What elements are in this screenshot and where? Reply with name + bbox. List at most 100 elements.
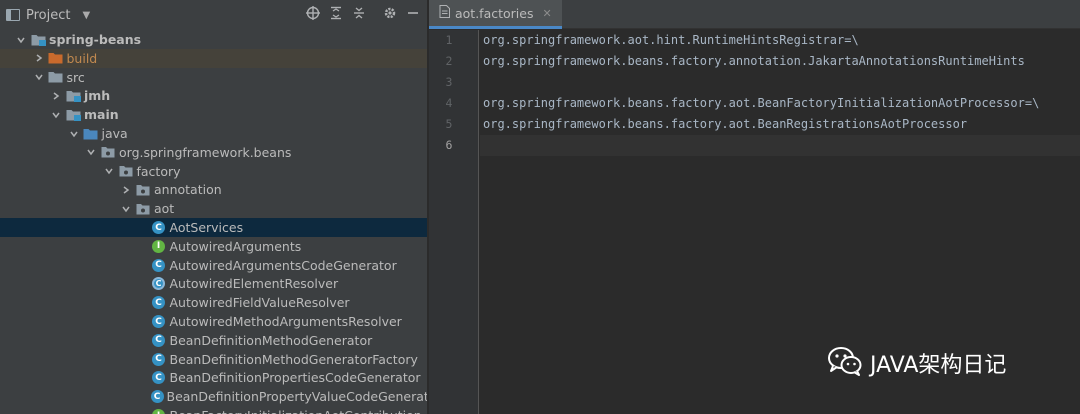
wechat-icon xyxy=(828,346,862,379)
tree-item[interactable]: C BeanDefinitionMethodGenerator xyxy=(0,331,427,350)
line-number: 6 xyxy=(445,138,453,152)
chevron-right-icon[interactable] xyxy=(119,183,133,197)
gear-icon[interactable] xyxy=(381,6,399,24)
tree-item-label: BeanDefinitionMethodGenerator xyxy=(169,332,373,348)
code-line[interactable] xyxy=(480,135,1080,156)
tree-item-label: aot xyxy=(154,201,175,217)
tree-item-label: org.springframework.beans xyxy=(119,144,292,160)
tree-item[interactable]: C BeanDefinitionPropertyValueCodeGenerato… xyxy=(0,387,428,406)
tree-item-label: src xyxy=(66,69,85,85)
tree-item-label: AutowiredElementResolver xyxy=(169,276,339,292)
package-icon xyxy=(135,182,151,198)
chevron-down-icon[interactable] xyxy=(102,164,116,178)
tree-item[interactable]: src xyxy=(0,68,427,87)
tree-item-label: java xyxy=(101,126,128,141)
code-line[interactable]: org.springframework.aot.hint.RuntimeHint… xyxy=(480,30,1080,51)
tab-label: aot.factories xyxy=(455,5,534,21)
tree-item[interactable]: C BeanDefinitionMethodGeneratorFactory xyxy=(0,350,427,369)
close-icon[interactable]: ✕ xyxy=(542,7,551,20)
tree-item[interactable]: C BeanDefinitionPropertiesCodeGenerator xyxy=(0,368,427,387)
excluded-folder-icon xyxy=(48,50,64,66)
package-icon xyxy=(118,163,134,179)
project-panel-title[interactable]: Project xyxy=(26,8,70,23)
line-number: 3 xyxy=(445,75,453,89)
tree-item[interactable]: org.springframework.beans xyxy=(0,143,427,162)
line-number: 4 xyxy=(445,96,453,110)
code-line[interactable] xyxy=(480,72,1080,93)
tree-item-label: BeanDefinitionPropertiesCodeGenerator xyxy=(169,370,421,386)
class-icon: C xyxy=(151,351,167,367)
expand-all-icon[interactable] xyxy=(327,6,345,24)
tree-item-label: main xyxy=(84,107,119,123)
project-panel: Project ▼ spring-beans build src jmh main jav… xyxy=(0,0,428,414)
tree-item[interactable]: spring-beans xyxy=(0,30,427,49)
tree-item[interactable]: C AutowiredElementResolver xyxy=(0,274,427,293)
project-view-icon xyxy=(6,9,20,21)
line-number: 2 xyxy=(445,54,453,68)
class-icon: C xyxy=(151,332,167,348)
tree-item-label: factory xyxy=(136,163,181,179)
chevron-right-icon[interactable] xyxy=(32,51,46,65)
class-icon: C xyxy=(151,220,167,236)
tree-item-label: build xyxy=(66,50,98,66)
tree-item-label: AutowiredArguments xyxy=(169,238,302,254)
project-dropdown-icon[interactable]: ▼ xyxy=(82,10,90,21)
module-folder-icon xyxy=(65,107,81,123)
code-line[interactable]: org.springframework.beans.factory.aot.Be… xyxy=(480,114,1080,135)
interface-icon: I xyxy=(151,238,167,254)
tree-item-label: BeanDefinitionMethodGeneratorFactory xyxy=(169,351,418,367)
tree-item[interactable]: java xyxy=(0,124,427,143)
project-header: Project ▼ xyxy=(0,0,427,30)
tree-item-label: AutowiredFieldValueResolver xyxy=(169,295,350,311)
line-number: 5 xyxy=(445,117,453,131)
tree-item-label: annotation xyxy=(154,182,222,198)
tree-item[interactable]: C AutowiredArgumentsCodeGenerator xyxy=(0,256,427,275)
tree-item-label: AutowiredMethodArgumentsResolver xyxy=(169,314,402,329)
package-icon xyxy=(135,201,151,217)
chevron-down-icon[interactable] xyxy=(49,108,63,122)
file-icon xyxy=(439,5,450,21)
tree-item-label: jmh xyxy=(84,88,111,104)
abstract-class-icon: C xyxy=(151,276,167,292)
chevron-down-icon[interactable] xyxy=(67,127,81,141)
code-line[interactable]: org.springframework.beans.factory.annota… xyxy=(480,51,1080,72)
tree-item-label: AutowiredArgumentsCodeGenerator xyxy=(169,257,397,273)
line-number-gutter: 1 2 3 4 5 6 xyxy=(429,30,479,414)
module-folder-icon xyxy=(30,32,46,48)
chevron-down-icon[interactable] xyxy=(119,202,133,216)
package-icon xyxy=(100,144,116,160)
tree-item-label: spring-beans xyxy=(49,32,142,47)
tree-item[interactable]: C AotServices xyxy=(0,218,427,237)
code-line[interactable]: org.springframework.beans.factory.aot.Be… xyxy=(480,93,1080,114)
watermark-text: JAVA架构日记 xyxy=(870,352,1007,378)
tree-item[interactable]: annotation xyxy=(0,180,427,199)
tree-item-label: AotServices xyxy=(169,220,244,235)
tree-item[interactable]: I AutowiredArguments xyxy=(0,237,427,256)
tree-item[interactable]: build xyxy=(0,48,427,68)
chevron-right-icon[interactable] xyxy=(49,89,63,103)
class-icon: C xyxy=(151,295,167,311)
source-folder-icon xyxy=(83,126,99,142)
class-icon: C xyxy=(151,314,167,330)
tree-item-label: BeanDefinitionPropertyValueCodeGenerator xyxy=(166,389,428,405)
chevron-down-icon[interactable] xyxy=(14,33,28,47)
tree-item[interactable]: main xyxy=(0,105,427,124)
line-number: 1 xyxy=(445,33,453,47)
chevron-down-icon[interactable] xyxy=(32,70,46,84)
chevron-down-icon[interactable] xyxy=(84,145,98,159)
minimize-icon[interactable] xyxy=(404,6,422,24)
tab-aot-factories[interactable]: aot.factories ✕ xyxy=(429,0,562,29)
watermark: JAVA架构日记 xyxy=(828,346,1006,379)
tree-item[interactable]: jmh xyxy=(0,86,427,105)
tree-item[interactable]: C AutowiredMethodArgumentsResolver xyxy=(0,312,427,331)
tree-item[interactable]: aot xyxy=(0,199,427,218)
module-folder-icon xyxy=(65,88,81,104)
crosshair-icon[interactable] xyxy=(304,6,322,24)
folder-icon xyxy=(48,69,64,85)
editor-tab-bar: aot.factories ✕ xyxy=(429,0,1080,29)
tree-item[interactable]: factory xyxy=(0,162,427,181)
collapse-all-icon[interactable] xyxy=(350,6,368,24)
interface-icon: I xyxy=(151,408,167,414)
tree-item[interactable]: IBeanFactoryInitializationAotContributio… xyxy=(0,406,427,414)
tree-item[interactable]: C AutowiredFieldValueResolver xyxy=(0,293,427,312)
